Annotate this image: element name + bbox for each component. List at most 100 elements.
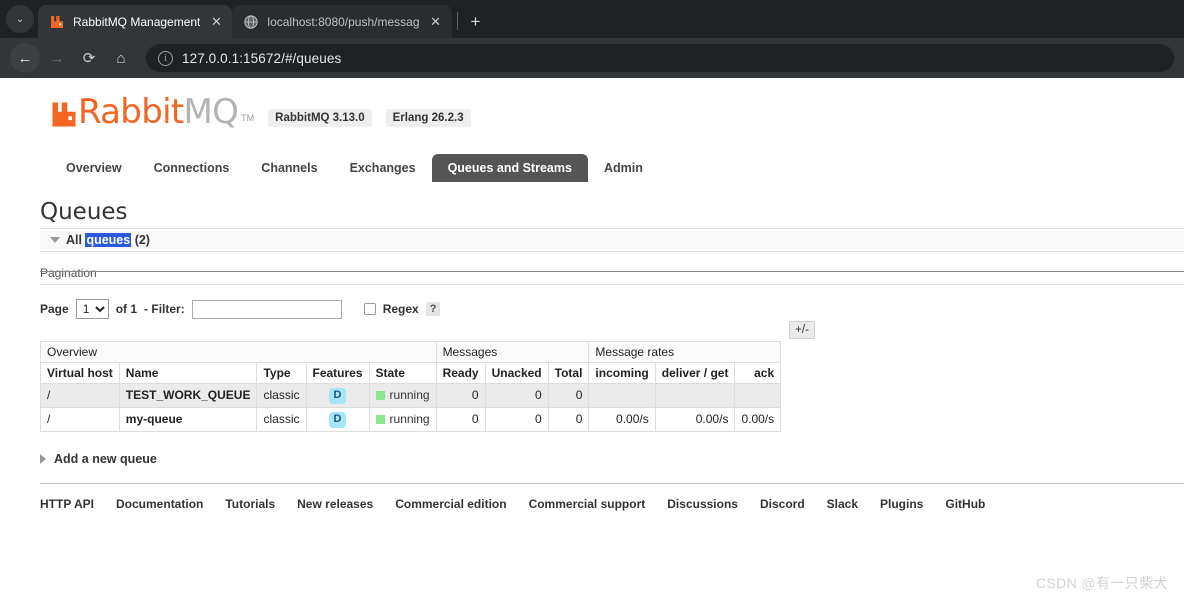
column-deliver-get[interactable]: deliver / get — [654, 362, 736, 384]
durable-badge: D — [328, 388, 347, 404]
cell-total: 0 — [547, 406, 590, 432]
logo-trademark: TM — [241, 113, 255, 123]
footer-link-slack[interactable]: Slack — [827, 497, 858, 511]
column-type[interactable]: Type — [256, 362, 307, 384]
nav-tab-channels[interactable]: Channels — [245, 154, 333, 182]
regex-label: Regex — [382, 302, 419, 316]
tab-search-button[interactable]: ⌄ — [6, 5, 34, 33]
close-icon[interactable]: ✕ — [428, 14, 444, 30]
footer-link-new-releases[interactable]: New releases — [297, 497, 373, 511]
filter-input[interactable] — [191, 299, 342, 319]
reload-button[interactable]: ⟳ — [74, 43, 104, 73]
column-incoming[interactable]: incoming — [588, 362, 656, 384]
browser-chrome: ⌄ RabbitMQ Management ✕ localhost:8080/p… — [0, 0, 1184, 78]
nav-tab-exchanges[interactable]: Exchanges — [334, 154, 432, 182]
table-row[interactable]: / my-queue classic D running 0 0 0 0.00/… — [40, 406, 782, 432]
watermark: CSDN @有一只柴犬 — [1035, 575, 1168, 591]
column-ack[interactable]: ack — [734, 362, 782, 384]
erlang-version-badge: Erlang 26.2.3 — [385, 109, 471, 127]
main-nav-tabs: Overview Connections Channels Exchanges … — [50, 154, 1184, 182]
browser-tabstrip: ⌄ RabbitMQ Management ✕ localhost:8080/p… — [0, 0, 1184, 38]
footer-link-http-api[interactable]: HTTP API — [40, 497, 94, 511]
column-total[interactable]: Total — [547, 362, 590, 384]
status-badge: running — [389, 388, 430, 403]
regex-help-icon[interactable]: ? — [425, 302, 441, 316]
cell-ack — [734, 383, 782, 408]
queues-table: Overview Messages Message rates Virtual … — [40, 341, 782, 432]
nav-tab-connections[interactable]: Connections — [138, 154, 246, 182]
logo-text-rabbit: Rabbit — [78, 92, 184, 132]
footer-link-github[interactable]: GitHub — [945, 497, 985, 511]
cell-state: running — [368, 383, 437, 408]
footer-link-discord[interactable]: Discord — [760, 497, 805, 511]
app-header: Rabbit MQ TM RabbitMQ 3.13.0 Erlang 26.2… — [0, 78, 1184, 132]
cell-incoming — [588, 383, 656, 408]
add-new-queue-section[interactable]: Add a new queue — [40, 452, 1184, 466]
column-state[interactable]: State — [368, 362, 437, 384]
column-name[interactable]: Name — [118, 362, 258, 384]
rabbitmq-version-badge: RabbitMQ 3.13.0 — [268, 109, 372, 127]
cell-type: classic — [256, 406, 307, 432]
cell-ack: 0.00/s — [734, 406, 782, 432]
footer-link-commercial-edition[interactable]: Commercial edition — [395, 497, 506, 511]
regex-checkbox[interactable] — [363, 303, 376, 315]
filter-controls: Page 1 of 1 - Filter: Regex ? — [40, 299, 1184, 319]
chevron-down-icon[interactable] — [50, 237, 60, 243]
status-indicator-icon — [375, 390, 385, 400]
pagination-section: Pagination Page 1 of 1 - Filter: Regex ? — [40, 266, 1184, 319]
table-row[interactable]: / TEST_WORK_QUEUE classic D running 0 0 … — [40, 383, 782, 408]
forward-button[interactable]: → — [42, 43, 72, 73]
column-virtual-host[interactable]: Virtual host — [40, 362, 120, 384]
cell-queue-name[interactable]: my-queue — [118, 406, 258, 432]
cell-incoming: 0.00/s — [588, 406, 656, 432]
column-unacked[interactable]: Unacked — [484, 362, 549, 384]
chevron-right-icon[interactable] — [40, 453, 46, 464]
cell-type: classic — [256, 383, 307, 408]
table-column-header-row: Virtual host Name Type Features State Re… — [40, 362, 782, 384]
footer-link-tutorials[interactable]: Tutorials — [225, 497, 275, 511]
footer-link-plugins[interactable]: Plugins — [880, 497, 923, 511]
cell-state: running — [368, 406, 437, 432]
cell-virtual-host: / — [40, 406, 120, 432]
browser-tab-localhost[interactable]: localhost:8080/push/messag ✕ — [232, 5, 452, 38]
group-header-message-rates: Message rates — [588, 341, 782, 363]
rabbitmq-logo[interactable]: Rabbit MQ TM — [52, 92, 254, 132]
logo-text-mq: MQ — [183, 92, 239, 132]
durable-badge: D — [328, 411, 347, 428]
add-new-queue-label: Add a new queue — [54, 451, 157, 466]
page-select[interactable]: 1 — [75, 299, 109, 319]
new-tab-button[interactable]: + — [463, 8, 489, 34]
all-queues-label: All queues (2) — [66, 233, 150, 247]
home-button[interactable]: ⌂ — [106, 43, 136, 73]
queues-table-body: / TEST_WORK_QUEUE classic D running 0 0 … — [40, 383, 782, 432]
group-header-overview: Overview — [40, 341, 437, 363]
page-label: Page — [40, 302, 69, 316]
queues-table-wrapper: Overview Messages Message rates Virtual … — [40, 319, 1184, 432]
column-features[interactable]: Features — [305, 362, 370, 384]
footer-link-documentation[interactable]: Documentation — [116, 497, 203, 511]
cell-queue-name[interactable]: TEST_WORK_QUEUE — [118, 383, 258, 408]
cell-total: 0 — [547, 383, 590, 408]
browser-tab-title: RabbitMQ Management — [73, 14, 201, 29]
nav-tab-queues-and-streams[interactable]: Queues and Streams — [431, 154, 588, 182]
site-info-icon[interactable]: i — [158, 50, 173, 66]
page-title: Queues — [40, 199, 128, 225]
cell-unacked: 0 — [484, 406, 549, 432]
close-icon[interactable]: ✕ — [208, 14, 224, 30]
column-ready[interactable]: Ready — [435, 362, 486, 384]
footer-link-discussions[interactable]: Discussions — [667, 497, 738, 511]
back-button[interactable]: ← — [10, 43, 40, 73]
all-queues-section-header[interactable]: All queues (2) — [40, 228, 1184, 252]
address-bar[interactable]: i 127.0.0.1:15672/#/queues — [146, 44, 1174, 72]
cell-deliver-get — [654, 383, 736, 408]
browser-tab-title: localhost:8080/push/messag — [267, 14, 420, 29]
browser-tab-rabbitmq[interactable]: RabbitMQ Management ✕ — [38, 5, 233, 38]
toggle-columns-button[interactable]: +/- — [789, 321, 815, 339]
nav-tab-overview[interactable]: Overview — [50, 154, 138, 182]
page-content: Queues All queues (2) Pagination Page 1 … — [0, 199, 1184, 511]
nav-tab-admin[interactable]: Admin — [588, 154, 659, 182]
of-pages-label: of 1 — [115, 302, 138, 316]
chevron-down-icon: ⌄ — [15, 13, 25, 25]
footer-link-commercial-support[interactable]: Commercial support — [529, 497, 646, 511]
queues-table-head: Overview Messages Message rates Virtual … — [40, 341, 782, 384]
